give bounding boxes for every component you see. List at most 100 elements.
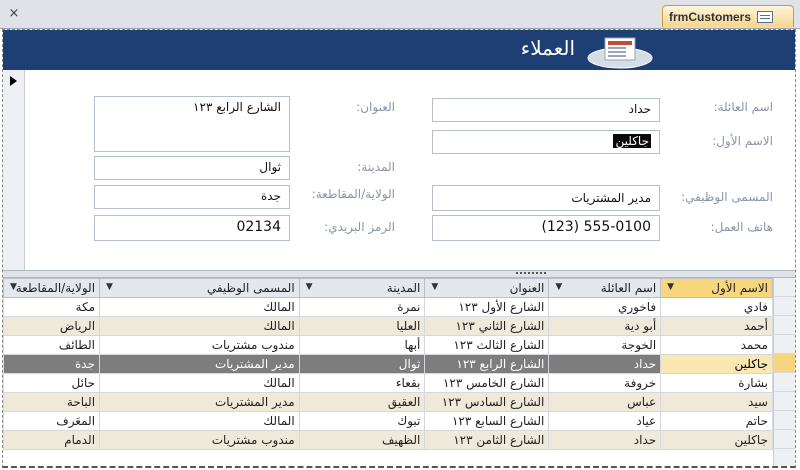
- row-selector[interactable]: [773, 411, 795, 430]
- zip-field[interactable]: 02134: [94, 215, 290, 241]
- cell-first-name[interactable]: فادي: [660, 297, 773, 317]
- row-selector[interactable]: [773, 392, 795, 411]
- record-selector[interactable]: [3, 70, 25, 270]
- cell-city[interactable]: أبها: [298, 335, 426, 355]
- cell-city[interactable]: تبوك: [298, 411, 426, 431]
- close-icon[interactable]: ×: [6, 6, 22, 22]
- last-name-field[interactable]: حداد: [432, 98, 660, 122]
- cell-city[interactable]: الظهيف: [298, 430, 426, 450]
- cell-state[interactable]: مكة: [2, 297, 101, 317]
- row-selector[interactable]: [773, 316, 795, 335]
- chevron-down-icon[interactable]: ▼: [667, 282, 674, 292]
- cell-address[interactable]: الشارع الخامس ١٢٣: [424, 373, 550, 393]
- table-header-row: الاسم الأول ▼ اسم العائلة ▼ العنوان ▼ المدي…: [2, 278, 773, 298]
- cell-city[interactable]: العليا: [298, 316, 426, 336]
- cell-job-title[interactable]: المالك: [99, 297, 300, 317]
- chevron-down-icon[interactable]: ▼: [10, 282, 17, 292]
- table-row[interactable]: حاتم عياد الشارع السابع ١٢٣ تبوك المالك …: [2, 411, 773, 431]
- table-row[interactable]: فادي فاخوري الشارع الأول ١٢٣ نمرة المالك…: [2, 297, 773, 317]
- cell-address[interactable]: الشارع الرابع ١٢٣: [424, 354, 550, 374]
- table-row[interactable]: بشارة خروفة الشارع الخامس ١٢٣ بقعاء الما…: [2, 373, 773, 393]
- chevron-down-icon[interactable]: ▼: [306, 282, 313, 292]
- address-field[interactable]: الشارع الرابع ١٢٣: [94, 96, 290, 152]
- cell-state[interactable]: حائل: [2, 373, 101, 393]
- cell-address[interactable]: الشارع الثامن ١٢٣: [424, 430, 550, 450]
- table-row[interactable]: محمد الخوجة الشارع الثالث ١٢٣ أبها مندوب…: [2, 335, 773, 355]
- cell-city[interactable]: بقعاء: [298, 373, 426, 393]
- first-name-value: جاكلين: [613, 134, 651, 148]
- cell-state[interactable]: الباحة: [2, 392, 101, 412]
- cell-address[interactable]: الشارع الأول ١٢٣: [424, 297, 550, 317]
- row-selector[interactable]: [773, 373, 795, 392]
- first-name-label: الاسم الأول:: [712, 134, 773, 148]
- document-tab-bar: × frmCustomers: [0, 0, 800, 29]
- cell-address[interactable]: الشارع السابع ١٢٣: [424, 411, 550, 431]
- cell-first-name[interactable]: بشارة: [660, 373, 773, 393]
- table-row-current[interactable]: جاكلين حداد الشارع الرابع ١٢٣ ثوال مدير …: [2, 354, 773, 374]
- work-phone-label: هاتف العمل:: [710, 220, 773, 234]
- cell-first-name[interactable]: أحمد: [660, 316, 773, 336]
- tab-frmcustomers[interactable]: frmCustomers: [662, 5, 794, 27]
- column-header-state[interactable]: الولاية/المقاطعة ▼: [2, 278, 101, 298]
- cell-first-name[interactable]: حاتم: [660, 411, 773, 431]
- cell-last-name[interactable]: أبو دية: [548, 316, 662, 336]
- cell-city[interactable]: العقيق: [298, 392, 426, 412]
- cell-job-title[interactable]: مندوب مشتريات: [99, 430, 300, 450]
- column-header-job-title[interactable]: المسمى الوظيفي ▼: [99, 278, 300, 298]
- column-header-city[interactable]: المدينة ▼: [298, 278, 426, 298]
- split-form-splitter[interactable]: [3, 270, 795, 278]
- column-header-first-name[interactable]: الاسم الأول ▼: [660, 278, 773, 298]
- cell-address[interactable]: الشارع الثاني ١٢٣: [424, 316, 550, 336]
- cell-first-name[interactable]: سيد: [660, 392, 773, 412]
- cell-state[interactable]: الدمام: [2, 430, 101, 450]
- cell-state[interactable]: الطائف: [2, 335, 101, 355]
- cell-job-title[interactable]: المالك: [99, 411, 300, 431]
- cell-city[interactable]: ثوال: [298, 354, 426, 374]
- work-phone-field[interactable]: (123) 555-0100: [432, 215, 660, 241]
- cell-address[interactable]: الشارع الثالث ١٢٣: [424, 335, 550, 355]
- row-selector[interactable]: [773, 297, 795, 316]
- cell-city[interactable]: نمرة: [298, 297, 426, 317]
- cell-last-name[interactable]: فاخوري: [548, 297, 662, 317]
- cell-job-title[interactable]: مدير المشتريات: [99, 354, 300, 374]
- cell-last-name[interactable]: حداد: [548, 430, 662, 450]
- cell-state[interactable]: المعَرف: [2, 411, 101, 431]
- cell-first-name[interactable]: محمد: [660, 335, 773, 355]
- cell-last-name[interactable]: خروفة: [548, 373, 662, 393]
- table-row[interactable]: جاكلين حداد الشارع الثامن ١٢٣ الظهيف مند…: [2, 430, 773, 450]
- row-selector-column: [773, 278, 795, 466]
- city-field[interactable]: ثوال: [94, 156, 290, 180]
- chevron-down-icon[interactable]: ▼: [431, 282, 438, 292]
- cell-state[interactable]: جدة: [2, 354, 101, 374]
- row-selector[interactable]: [773, 335, 795, 354]
- column-header-address[interactable]: العنوان ▼: [424, 278, 550, 298]
- chevron-down-icon[interactable]: ▼: [106, 282, 113, 292]
- form-detail: اسم العائلة: حداد الاسم الأول: جاكلين ال…: [26, 70, 795, 270]
- job-title-field[interactable]: مدير المشتريات: [432, 185, 660, 211]
- cell-address[interactable]: الشارع السادس ١٢٣: [424, 392, 550, 412]
- cell-first-name[interactable]: جاكلين: [660, 354, 773, 374]
- table-row[interactable]: سيد عباس الشارع السادس ١٢٣ العقيق مدير ا…: [2, 392, 773, 412]
- cell-last-name[interactable]: الخوجة: [548, 335, 662, 355]
- column-header-last-name[interactable]: اسم العائلة ▼: [548, 278, 662, 298]
- select-all-cell[interactable]: [773, 278, 795, 297]
- row-selector-current[interactable]: [773, 354, 795, 373]
- cell-last-name[interactable]: حداد: [548, 354, 662, 374]
- table-row[interactable]: أحمد أبو دية الشارع الثاني ١٢٣ العليا ال…: [2, 316, 773, 336]
- address-label: العنوان:: [356, 100, 395, 114]
- cell-job-title[interactable]: المالك: [99, 316, 300, 336]
- cell-job-title[interactable]: مندوب مشتريات: [99, 335, 300, 355]
- first-name-field[interactable]: جاكلين: [432, 130, 660, 154]
- cell-first-name[interactable]: جاكلين: [660, 430, 773, 450]
- chevron-down-icon[interactable]: ▼: [555, 282, 562, 292]
- cell-state[interactable]: الرياض: [2, 316, 101, 336]
- cell-job-title[interactable]: المالك: [99, 373, 300, 393]
- page-title: العملاء: [520, 36, 575, 60]
- tab-label: frmCustomers: [669, 9, 752, 24]
- cell-last-name[interactable]: عياد: [548, 411, 662, 431]
- cell-last-name[interactable]: عباس: [548, 392, 662, 412]
- state-field[interactable]: جدة: [94, 185, 290, 209]
- current-record-arrow-icon: [10, 76, 17, 86]
- row-selector[interactable]: [773, 430, 795, 449]
- cell-job-title[interactable]: مدير المشتريات: [99, 392, 300, 412]
